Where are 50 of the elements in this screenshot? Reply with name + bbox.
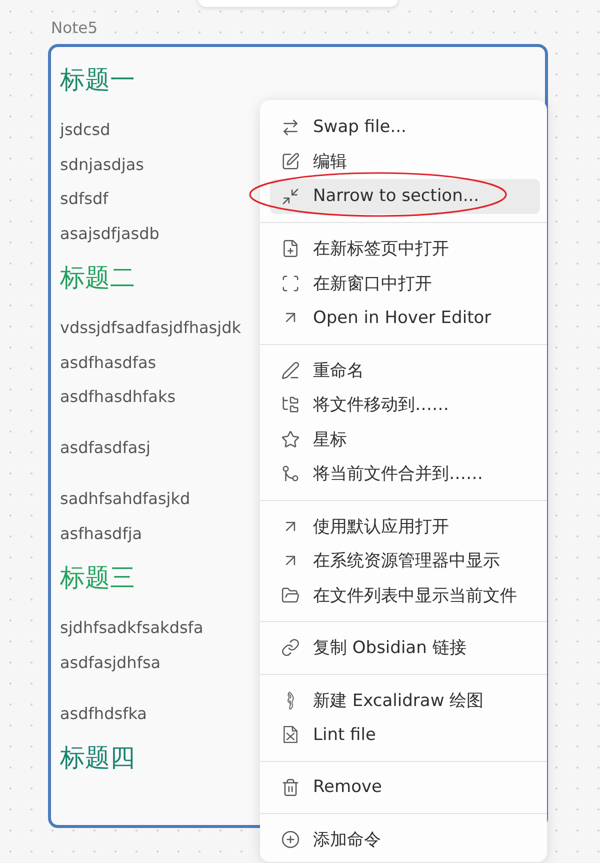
plus-circle-icon [281, 830, 300, 850]
note-heading: 标题三 [60, 562, 135, 594]
menu-item[interactable]: Open in Hover Editor [270, 300, 540, 335]
note-title: Note5 [51, 18, 99, 38]
menu-item[interactable]: 星标 [270, 422, 540, 456]
menu-item[interactable]: Lint file [270, 718, 540, 752]
menu-item[interactable]: 在文件列表中显示当前文件 [270, 578, 540, 612]
note-line: asfhasdfja [60, 522, 142, 544]
note-heading: 标题四 [60, 742, 135, 774]
menu-item[interactable]: 复制 Obsidian 链接 [270, 630, 540, 665]
menu-item[interactable]: Swap file... [270, 110, 540, 144]
note-line: jsdcsd [60, 119, 110, 141]
menu-item[interactable]: 将当前文件合并到…… [270, 456, 540, 491]
menu-item[interactable]: 使用默认应用打开 [270, 509, 540, 544]
menu-item[interactable]: Narrow to section... [270, 179, 540, 214]
menu-item[interactable]: 将文件移动到…… [270, 388, 540, 422]
note-line: asdfasjdhfsa [60, 652, 161, 674]
link-icon [281, 638, 300, 658]
pencil-square-icon [281, 152, 300, 172]
note-line: sjdhfsadkfsakdsfa [60, 617, 204, 639]
folder-tree-icon [281, 395, 300, 414]
note-line: sadhfsahdfasjkd [60, 488, 190, 510]
note-heading: 标题一 [60, 64, 135, 96]
note-line: asajsdfjasdb [60, 222, 160, 244]
file-x-icon [281, 725, 300, 744]
pencil-line-icon [281, 360, 300, 380]
note-heading: 标题二 [60, 262, 135, 294]
file-plus-icon [281, 239, 300, 258]
menu-item[interactable]: 在新窗口中打开 [270, 266, 540, 300]
note-line: sdfsdf [60, 188, 108, 210]
corner-brackets-icon [281, 274, 300, 293]
merge-icon [281, 464, 300, 484]
star-icon [281, 430, 300, 449]
note-line: asdfhasdfas [60, 352, 156, 374]
note-line: vdssjdfsadfasjdfhasjdk [60, 317, 241, 339]
menu-item[interactable]: Remove [270, 770, 540, 804]
menu-item[interactable]: 编辑 [270, 144, 540, 179]
inward-arrows-icon [281, 186, 300, 206]
folder-open-icon [281, 586, 300, 605]
menu-item[interactable]: 添加命令 [270, 822, 540, 857]
note-line: asdfhasdhfaks [60, 386, 176, 408]
note-line: sdnjasdjas [60, 154, 144, 176]
menu-item[interactable]: 新建 Excalidraw 绘图 [270, 683, 540, 718]
menu-item[interactable]: 重命名 [270, 353, 540, 388]
menu-item[interactable]: 在新标签页中打开 [270, 232, 540, 266]
note-line: asdfasdfasj [60, 437, 150, 459]
swap-arrows-icon [281, 118, 300, 137]
trash-icon [281, 778, 300, 797]
note-line: asdfhdsfka [60, 702, 147, 724]
menu-item[interactable]: 在系统资源管理器中显示 [270, 544, 540, 578]
